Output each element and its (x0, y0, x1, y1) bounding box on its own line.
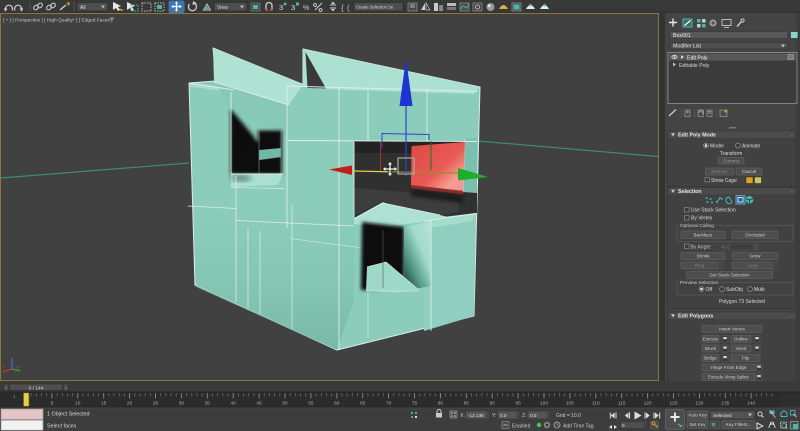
svg-text:Flip: Flip (742, 356, 750, 361)
svg-text:125: 125 (669, 401, 677, 407)
svg-text:Get Stack Selection: Get Stack Selection (709, 273, 750, 278)
svg-text:110: 110 (592, 401, 600, 407)
svg-text:{: { (341, 4, 344, 13)
svg-text:105: 105 (566, 401, 574, 407)
svg-text:Model: Model (710, 144, 724, 150)
svg-text:Shrink: Shrink (696, 254, 710, 259)
svg-text:Show Cage: Show Cage (711, 178, 737, 184)
svg-text:Add Time Tag: Add Time Tag (563, 423, 594, 429)
svg-text:Cancel: Cancel (742, 169, 756, 174)
svg-text:Polygon 73 Selected: Polygon 73 Selected (719, 299, 765, 305)
svg-text:15: 15 (101, 401, 107, 407)
svg-text:Edit Polygons: Edit Polygons (678, 314, 713, 320)
svg-text:90: 90 (490, 401, 496, 407)
svg-text:Off: Off (706, 287, 713, 293)
svg-text:65: 65 (360, 401, 366, 407)
svg-text:1 Object Selected: 1 Object Selected (47, 412, 90, 418)
svg-text:Use Stack Selection: Use Stack Selection (691, 208, 736, 214)
svg-text:Insert: Insert (736, 346, 748, 351)
svg-text:10: 10 (75, 401, 81, 407)
svg-text:100: 100 (540, 401, 548, 407)
svg-text:25: 25 (153, 401, 159, 407)
svg-text:Selection: Selection (678, 189, 702, 195)
svg-text:Editable Poly: Editable Poly (679, 63, 710, 69)
svg-text:60: 60 (334, 401, 340, 407)
svg-text:Commit: Commit (723, 158, 740, 163)
svg-text:85: 85 (464, 401, 470, 407)
svg-text:80: 80 (438, 401, 444, 407)
svg-text:70: 70 (386, 401, 392, 407)
svg-text:Key Filters...: Key Filters... (726, 422, 752, 427)
svg-text:0 / 144: 0 / 144 (29, 385, 44, 391)
svg-text:Outline: Outline (734, 337, 748, 342)
svg-text:45.0: 45.0 (721, 245, 730, 250)
svg-text:SubObj: SubObj (726, 287, 743, 293)
svg-text:Bevel: Bevel (705, 346, 716, 351)
svg-text:Transform: Transform (720, 151, 743, 157)
svg-text:0.0: 0.0 (500, 413, 507, 418)
svg-text:Multi: Multi (754, 287, 765, 293)
svg-text:Grid = 10.0: Grid = 10.0 (556, 413, 581, 419)
svg-text:Hinge From Edge: Hinge From Edge (710, 365, 746, 370)
svg-text:Modifier List: Modifier List (673, 44, 702, 50)
svg-text:Box001: Box001 (673, 33, 691, 39)
svg-text:Selected: Selected (713, 413, 732, 419)
svg-text:X:: X: (460, 413, 465, 419)
svg-text:Ring: Ring (695, 263, 705, 268)
svg-text:5: 5 (51, 401, 54, 407)
svg-text:0: 0 (622, 423, 625, 428)
svg-text:[ + ] [ Perspective ] [ High Q: [ + ] [ Perspective ] [ High Quality* ] … (3, 17, 112, 23)
svg-text:Bridge: Bridge (704, 356, 717, 361)
svg-text:3: 3 (291, 3, 295, 12)
svg-text:All: All (80, 5, 86, 11)
svg-text:Extrude: Extrude (703, 337, 719, 342)
svg-text:45: 45 (256, 401, 262, 407)
svg-text:-12.136: -12.136 (468, 413, 484, 418)
svg-text:Z:: Z: (522, 413, 526, 419)
svg-text:Create Selection Se: Create Selection Se (356, 5, 394, 10)
svg-text:Enabled: Enabled (512, 423, 531, 429)
svg-text:Insert Vertex: Insert Vertex (719, 327, 745, 332)
svg-text:30: 30 (179, 401, 185, 407)
svg-text:Set Key: Set Key (689, 422, 706, 427)
svg-text:35: 35 (205, 401, 211, 407)
svg-text:Edit Poly Mode: Edit Poly Mode (678, 133, 716, 139)
svg-text:Optional Culling: Optional Culling (680, 223, 714, 229)
svg-text:Edit Poly: Edit Poly (687, 55, 708, 61)
svg-text:140: 140 (747, 401, 755, 407)
svg-text:120: 120 (644, 401, 652, 407)
svg-text:Animate: Animate (742, 144, 761, 150)
svg-text:View: View (217, 5, 228, 11)
svg-text:Occluded: Occluded (745, 232, 765, 237)
svg-text:Select faces: Select faces (47, 424, 77, 430)
svg-text:Backface: Backface (694, 232, 713, 237)
svg-text:20: 20 (127, 401, 133, 407)
svg-text:95: 95 (515, 401, 521, 407)
svg-text:Extrude Along Spline: Extrude Along Spline (708, 375, 749, 380)
svg-text:75: 75 (412, 401, 418, 407)
svg-text:130: 130 (695, 401, 703, 407)
svg-text:(: ( (347, 4, 350, 13)
svg-text:0.0: 0.0 (530, 413, 537, 418)
svg-text:135: 135 (721, 401, 729, 407)
svg-text:%: % (303, 5, 309, 12)
svg-text:Preview Selection: Preview Selection (680, 280, 718, 286)
svg-text:55: 55 (308, 401, 314, 407)
svg-text:3: 3 (279, 3, 283, 12)
svg-text:Settings: Settings (711, 169, 728, 174)
svg-text:Auto Key: Auto Key (688, 413, 707, 418)
svg-text:Loop: Loop (747, 263, 758, 268)
svg-text:Grow: Grow (750, 254, 762, 259)
svg-text:115: 115 (618, 401, 626, 407)
svg-text:50: 50 (282, 401, 288, 407)
svg-text:By Vertex: By Vertex (691, 216, 713, 222)
svg-text:Y:: Y: (492, 413, 496, 419)
svg-text:40: 40 (231, 401, 237, 407)
svg-text:By Angle:: By Angle: (691, 244, 712, 250)
